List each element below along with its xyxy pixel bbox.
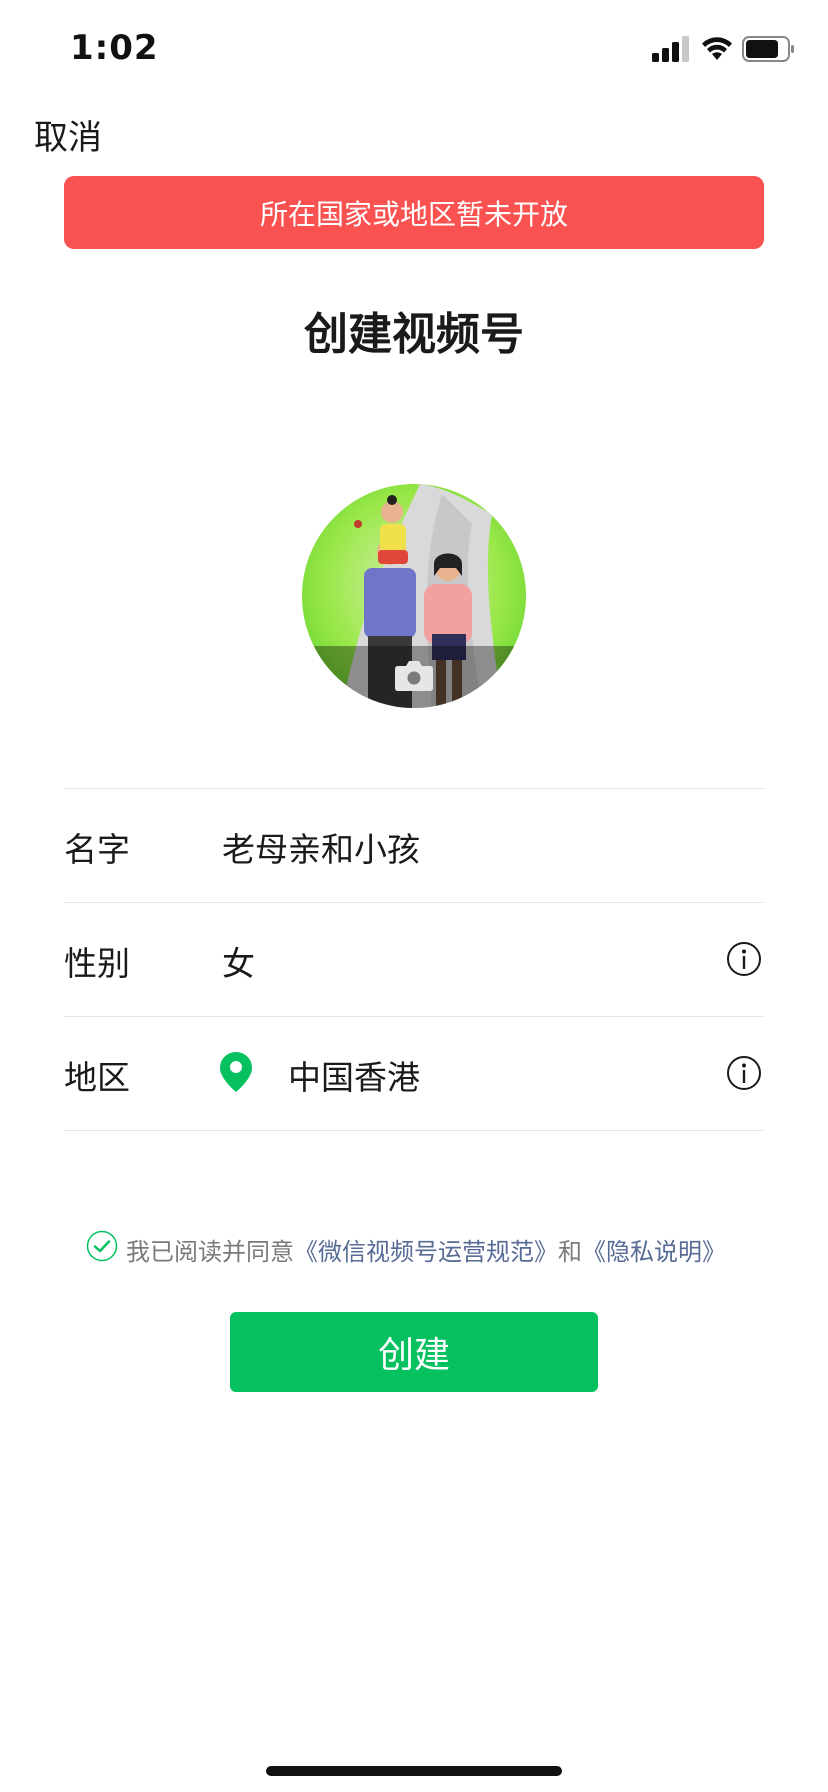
status-time: 1:02 bbox=[70, 28, 159, 68]
region-info-icon[interactable] bbox=[726, 1055, 762, 1091]
name-row[interactable]: 名字 老母亲和小孩 bbox=[64, 788, 764, 902]
gender-label: 性别 bbox=[64, 944, 130, 983]
location-pin-icon bbox=[220, 1052, 252, 1092]
page-title: 创建视频号 bbox=[304, 309, 524, 360]
cellular-signal-icon bbox=[652, 36, 689, 62]
battery-icon bbox=[742, 36, 794, 62]
agreement-row: 我已阅读并同意《微信视频号运营规范》和《隐私说明》 bbox=[86, 1230, 786, 1266]
cancel-button[interactable]: 取消 bbox=[34, 110, 102, 159]
wifi-icon bbox=[702, 37, 732, 60]
region-label: 地区 bbox=[64, 1058, 130, 1097]
agree-checkbox-icon[interactable] bbox=[86, 1230, 118, 1262]
avatar-upload[interactable] bbox=[302, 484, 526, 708]
agreement-conjunction: 和 bbox=[558, 1238, 582, 1266]
profile-form: 名字 老母亲和小孩 性别 女 地区 中国香港 bbox=[64, 788, 764, 1131]
gender-row[interactable]: 性别 女 bbox=[64, 902, 764, 1016]
create-button[interactable]: 创建 bbox=[230, 1312, 598, 1392]
region-value[interactable]: 中国香港 bbox=[288, 1051, 420, 1099]
status-bar: 1:02 bbox=[0, 0, 828, 100]
gender-value[interactable]: 女 bbox=[222, 937, 255, 985]
region-unavailable-banner: 所在国家或地区暂未开放 bbox=[64, 176, 764, 249]
agreement-text: 我已阅读并同意《微信视频号运营规范》和《隐私说明》 bbox=[126, 1232, 726, 1267]
create-channel-page: 1:02 取消 所在国家或地区暂未开放 创建视频号 名字 老母亲和小孩 性别 女… bbox=[0, 0, 828, 1792]
banner-text: 所在国家或地区暂未开放 bbox=[259, 197, 568, 231]
home-indicator[interactable] bbox=[266, 1766, 562, 1776]
agreement-prefix: 我已阅读并同意 bbox=[126, 1238, 294, 1266]
operating-rules-link[interactable]: 《微信视频号运营规范》 bbox=[294, 1238, 558, 1266]
gender-info-icon[interactable] bbox=[726, 941, 762, 977]
region-row[interactable]: 地区 中国香港 bbox=[64, 1016, 764, 1131]
privacy-statement-link[interactable]: 《隐私说明》 bbox=[582, 1238, 726, 1266]
name-value[interactable]: 老母亲和小孩 bbox=[222, 823, 420, 871]
name-label: 名字 bbox=[64, 830, 130, 869]
camera-icon bbox=[395, 661, 433, 691]
